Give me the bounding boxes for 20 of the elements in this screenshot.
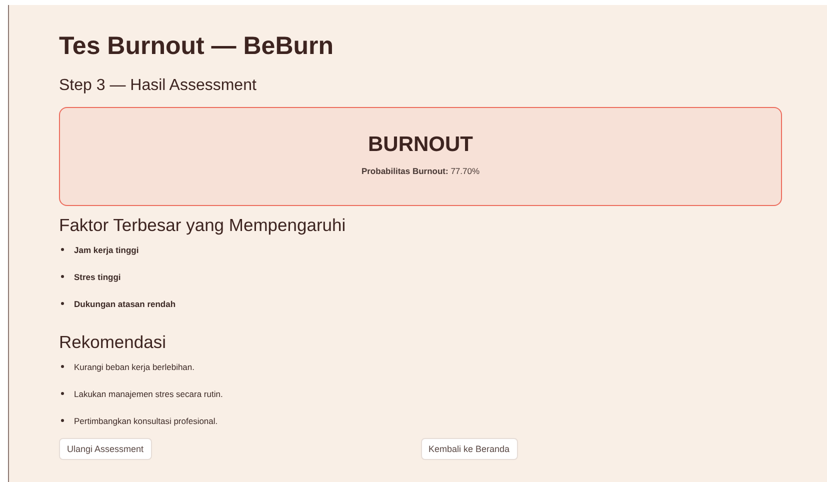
action-button[interactable]: Kembali ke Beranda [420, 438, 518, 460]
factor-text: Stres tinggi [74, 272, 121, 282]
section-heading: Rekomendasi [59, 331, 167, 353]
bullet-icon [61, 419, 64, 422]
result-label: BURNOUT [368, 132, 473, 158]
factor-text: Dukungan atasan rendah [74, 298, 176, 308]
bullet-icon [61, 248, 64, 251]
action-button[interactable]: Ulangi Assessment [59, 438, 152, 460]
bullet-icon [61, 275, 64, 278]
probability-text: Probabilitas Burnout: 77.70% [361, 166, 480, 176]
step-title: Step 3 — Hasil Assessment [59, 76, 258, 96]
recommendation-text: Pertimbangkan konsultasi profesional. [74, 416, 218, 426]
factor-text: Jam kerja tinggi [74, 244, 139, 254]
recommendation-text: Kurangi beban kerja berlebihan. [74, 362, 195, 372]
bullet-icon [61, 302, 64, 305]
recommendation-text: Lakukan manajemen stres secara rutin. [74, 388, 223, 398]
section-heading: Faktor Terbesar yang Mempengaruhi [59, 214, 347, 236]
bullet-icon [61, 392, 64, 395]
bullet-icon [61, 365, 64, 368]
page-title: Tes Burnout — BeBurn [59, 31, 335, 61]
